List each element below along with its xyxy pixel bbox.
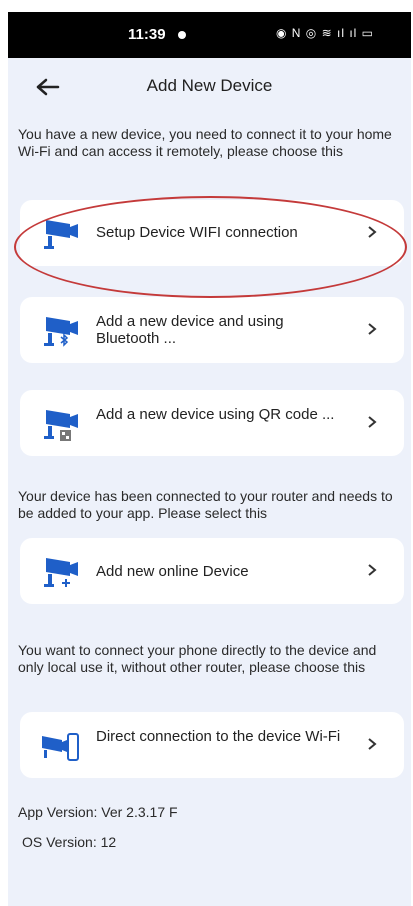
add-online-device-label: Add new online Device: [96, 563, 249, 580]
camera-add-icon: [44, 558, 78, 587]
os-version-text: OS Version: 12: [22, 834, 117, 850]
status-icons: ◉ N ◎ ≋ ıl ıl ▭: [276, 26, 375, 40]
section-text-direct-connection: You want to connect your phone directly …: [18, 642, 377, 675]
message-indicator-icon: [178, 31, 186, 39]
bluetooth-label: Add a new device and using Bluetooth ...: [96, 313, 284, 347]
status-bar: 11:39 ◉ N ◎ ≋ ıl ıl ▭: [8, 12, 411, 58]
section-text-new-device: You have a new device, you need to conne…: [18, 126, 392, 159]
app-bar: Add New Device: [8, 58, 411, 116]
chevron-right-icon: [368, 323, 377, 335]
page-title: Add New Device: [146, 76, 273, 95]
camera-bluetooth-icon: [44, 317, 78, 347]
camera-wifi-icon: [44, 220, 78, 249]
qr-code-label: Add a new device using QR code ...: [96, 406, 335, 423]
status-time: 11:39: [128, 26, 166, 43]
chevron-right-icon: [368, 564, 377, 576]
chevron-right-icon: [368, 226, 377, 238]
bluetooth-option[interactable]: Add a new device and using Bluetooth ...: [20, 297, 404, 363]
direct-wifi-option[interactable]: Direct connection to the device Wi-Fi: [20, 712, 404, 778]
camera-phone-icon: [42, 733, 79, 761]
add-online-device-option[interactable]: Add new online Device: [20, 538, 404, 604]
chevron-right-icon: [368, 416, 377, 428]
setup-wifi-option[interactable]: Setup Device WIFI connection: [20, 200, 404, 266]
section-text-connected-device: Your device has been connected to your r…: [18, 488, 393, 521]
qr-code-option[interactable]: Add a new device using QR code ...: [20, 390, 404, 456]
app-screen: 11:39 ◉ N ◎ ≋ ıl ıl ▭ Add New Device You…: [8, 12, 411, 906]
app-version-text: App Version: Ver 2.3.17 F: [18, 804, 178, 820]
direct-wifi-label: Direct connection to the device Wi-Fi: [96, 728, 341, 745]
camera-qr-icon: [44, 410, 78, 441]
setup-wifi-label: Setup Device WIFI connection: [96, 224, 298, 241]
chevron-right-icon: [368, 738, 377, 750]
